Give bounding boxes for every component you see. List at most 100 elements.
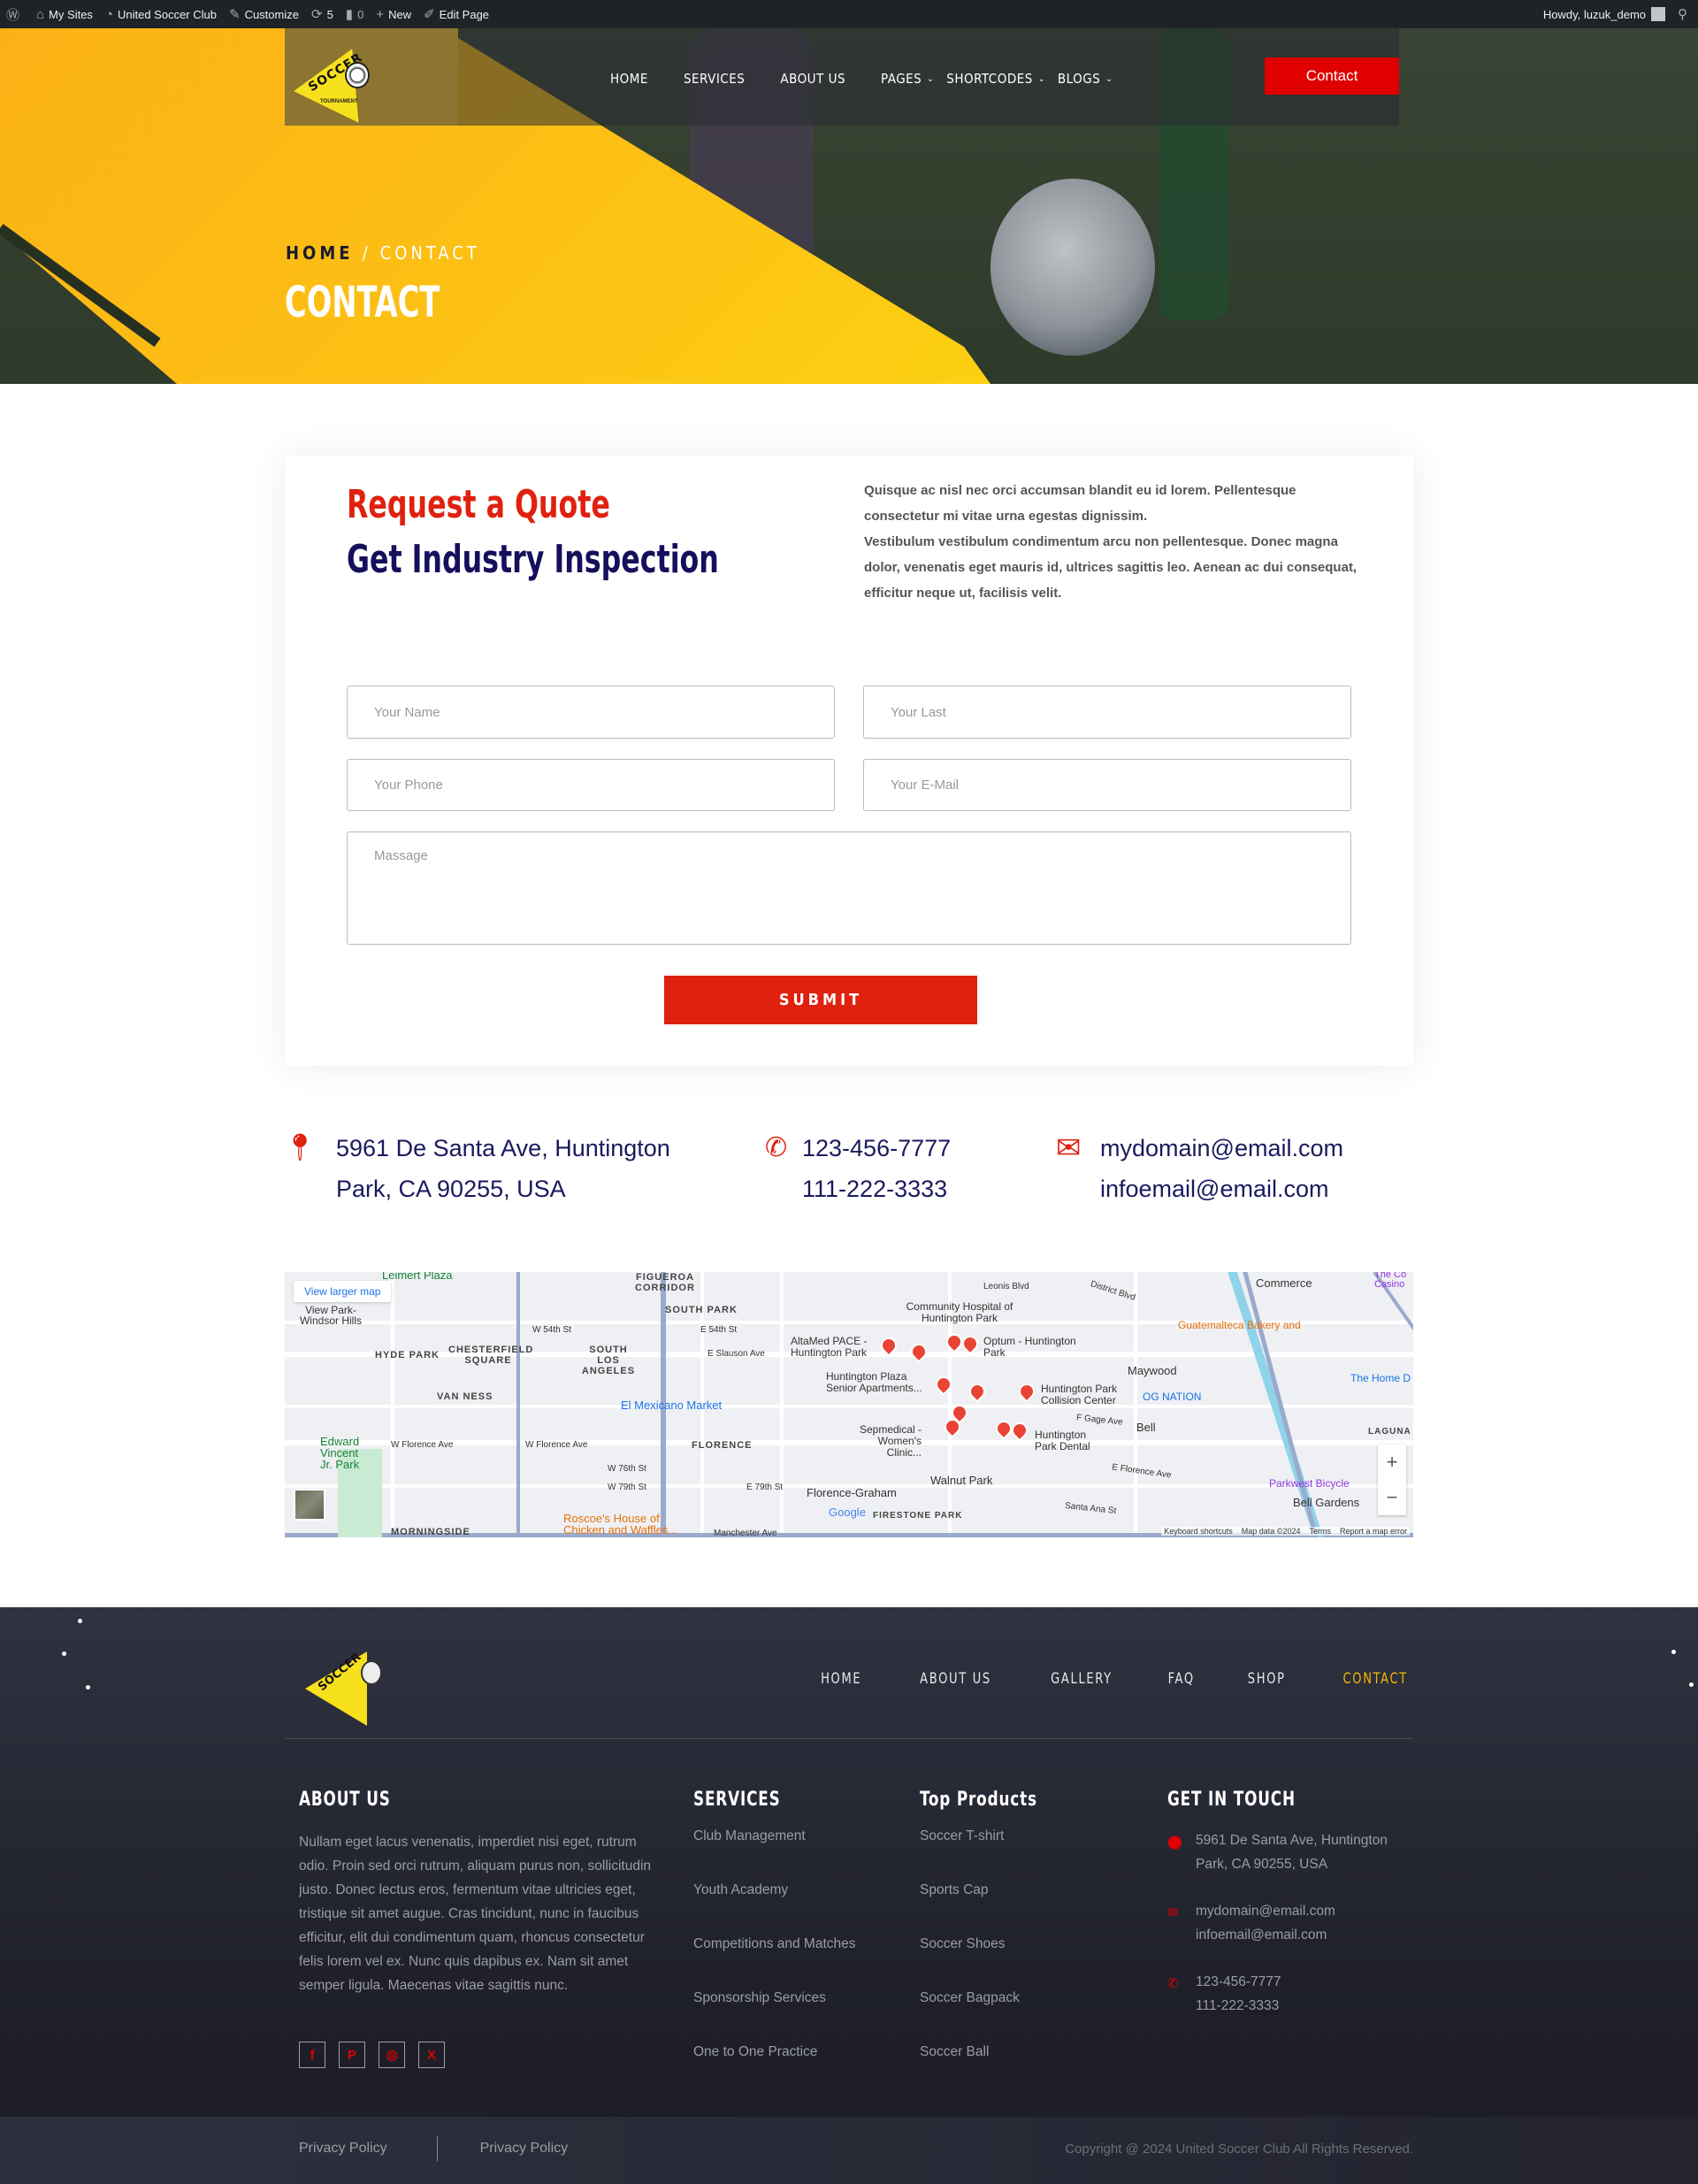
- map-label: Commerce: [1256, 1276, 1312, 1290]
- map-label: District Blvd: [1089, 1279, 1137, 1303]
- nav-item-services[interactable]: SERVICES: [684, 71, 745, 87]
- nav-item-shortcodes[interactable]: SHORTCODES ⌄: [946, 71, 1045, 87]
- map-label: E Slauson Ave: [708, 1349, 765, 1359]
- admin-bar-comments[interactable]: ▮ 0: [340, 0, 371, 28]
- privacy-policy-link-2[interactable]: Privacy Policy: [480, 2141, 569, 2157]
- footer-service-link[interactable]: Youth Academy: [693, 1882, 856, 1936]
- search-icon: ⚲: [1678, 7, 1687, 22]
- map-label: E Florence Ave: [1111, 1462, 1173, 1481]
- breadcrumb-separator: /: [362, 242, 371, 264]
- report-error-link[interactable]: Report a map error: [1340, 1527, 1407, 1536]
- breadcrumb-home[interactable]: HOME: [286, 242, 354, 264]
- footer-nav-home[interactable]: HOME: [822, 1670, 862, 1688]
- zoom-in-button[interactable]: +: [1387, 1451, 1398, 1474]
- footer-address: ⬤ 5961 De Santa Ave, Huntington Park, CA…: [1167, 1828, 1397, 1876]
- map-label: Community Hospital of Huntington Park: [906, 1300, 1013, 1324]
- map-marker[interactable]: [1008, 1419, 1031, 1442]
- footer-nav-contact[interactable]: CONTACT: [1342, 1670, 1407, 1688]
- footer-nav-shop[interactable]: SHOP: [1248, 1670, 1286, 1688]
- admin-bar-new[interactable]: + New: [370, 0, 417, 28]
- map-label: CHESTERFIELD SQUARE: [448, 1345, 534, 1366]
- map-marker[interactable]: [1015, 1380, 1038, 1403]
- comment-icon: ▮: [345, 7, 354, 22]
- facebook-icon[interactable]: f: [299, 2042, 325, 2068]
- view-larger-map-link[interactable]: View larger map: [294, 1281, 392, 1302]
- map-label: Bell Gardens: [1293, 1496, 1360, 1509]
- footer-nav-faq[interactable]: FAQ: [1167, 1670, 1194, 1688]
- admin-bar-updates[interactable]: ⟳ 5: [305, 0, 340, 28]
- map-label[interactable]: Roscoe's House of Chicken and Waffles...: [563, 1513, 696, 1536]
- instagram-icon[interactable]: ◎: [379, 2042, 405, 2068]
- map-label[interactable]: OG NATION: [1143, 1391, 1201, 1403]
- submit-button[interactable]: SUBMIT: [664, 976, 977, 1024]
- footer-nav-gallery[interactable]: GALLERY: [1051, 1670, 1113, 1688]
- chevron-down-icon: ⌄: [927, 73, 935, 84]
- footer-product-link[interactable]: Sports Cap: [920, 1882, 1058, 1936]
- footer-service-link[interactable]: Competitions and Matches: [693, 1936, 856, 1990]
- phone-icon: ✆: [1167, 1976, 1179, 1991]
- quote-description: Quisque ac nisl nec orci accumsan blandi…: [864, 483, 1358, 601]
- header-contact-button[interactable]: Contact: [1265, 57, 1399, 95]
- zoom-out-button[interactable]: −: [1387, 1486, 1398, 1509]
- footer-product-link[interactable]: Soccer Shoes: [920, 1936, 1058, 1990]
- quote-heading: Request a Quote: [347, 482, 610, 527]
- footer-product-link[interactable]: Soccer Ball: [920, 2044, 1058, 2098]
- admin-bar-customize[interactable]: ✎ Customize: [223, 0, 305, 28]
- map-label: Huntington Park Dental: [1035, 1429, 1090, 1452]
- last-name-input[interactable]: Your Last: [863, 686, 1351, 739]
- message-textarea[interactable]: Massage: [347, 831, 1351, 945]
- map-label[interactable]: The Co Casino: [1374, 1272, 1413, 1290]
- footer-service-link[interactable]: Club Management: [693, 1828, 856, 1882]
- map-label[interactable]: The Home D: [1350, 1372, 1411, 1384]
- nav-item-home[interactable]: HOME: [610, 71, 648, 87]
- map-data-text: Map data ©2024: [1241, 1527, 1301, 1536]
- admin-bar-wordpress[interactable]: Ⓦ: [0, 0, 30, 28]
- terms-link[interactable]: Terms: [1309, 1527, 1331, 1536]
- map-label: Walnut Park: [930, 1474, 993, 1487]
- admin-bar-account[interactable]: Howdy, luzuk_demo: [1537, 0, 1671, 28]
- admin-bar-edit-page[interactable]: ✐ Edit Page: [417, 0, 495, 28]
- map-label[interactable]: El Mexicano Market: [621, 1399, 722, 1412]
- footer-service-link[interactable]: Sponsorship Services: [693, 1990, 856, 2044]
- contact-phones: ✆ 123-456-7777 111-222-3333: [765, 1128, 951, 1209]
- footer-services: SERVICES Club Management Youth Academy C…: [693, 1789, 856, 2098]
- map-marker[interactable]: [966, 1380, 989, 1403]
- map-marker[interactable]: [907, 1340, 930, 1363]
- footer-emails: ✉ mydomain@email.com infoemail@email.com: [1167, 1899, 1397, 1947]
- map-label: Florence-Graham: [807, 1486, 897, 1499]
- admin-bar-my-sites[interactable]: ⌂ My Sites: [30, 0, 99, 28]
- hero-soccer-ball: [990, 179, 1155, 356]
- breadcrumb-current: CONTACT: [379, 242, 480, 264]
- pinterest-icon[interactable]: P: [339, 2042, 365, 2068]
- x-twitter-icon[interactable]: X: [418, 2042, 445, 2068]
- footer-product-link[interactable]: Soccer Bagpack: [920, 1990, 1058, 2044]
- map-pin-icon: 📍︎: [283, 1133, 317, 1162]
- footer-service-link[interactable]: One to One Practice: [693, 2044, 856, 2098]
- admin-bar-search[interactable]: ⚲: [1671, 0, 1698, 28]
- nav-item-blogs[interactable]: BLOGS ⌄: [1058, 71, 1113, 87]
- map-road: [780, 1272, 784, 1537]
- phone-input[interactable]: Your Phone: [347, 759, 835, 811]
- footer-about-text: Nullam eget lacus venenatis, imperdiet n…: [299, 1835, 652, 1993]
- map-label[interactable]: Guatemalteca Bakery and: [1178, 1319, 1301, 1331]
- map-label: FIRESTONE PARK: [873, 1511, 963, 1521]
- envelope-icon: ✉: [1167, 1905, 1179, 1920]
- footer: SOCCER HOME ABOUT US GALLERY FAQ SHOP CO…: [0, 1607, 1698, 2184]
- footer-nav-about-us[interactable]: ABOUT US: [920, 1670, 991, 1688]
- map-label: W 79th St: [608, 1483, 646, 1492]
- google-map[interactable]: View larger map Leimert Plaza View Park-…: [285, 1272, 1413, 1537]
- email-input[interactable]: Your E-Mail: [863, 759, 1351, 811]
- privacy-policy-link[interactable]: Privacy Policy: [299, 2141, 387, 2157]
- satellite-toggle[interactable]: [294, 1489, 325, 1521]
- admin-bar-site-name[interactable]: ◔ United Soccer Club: [99, 0, 223, 28]
- map-label[interactable]: Parkwest Bicycle: [1269, 1477, 1350, 1490]
- plus-icon: +: [376, 6, 385, 22]
- footer-product-link[interactable]: Soccer T-shirt: [920, 1828, 1058, 1882]
- nav-item-about-us[interactable]: ABOUT US: [780, 71, 845, 87]
- footer-about: ABOUT US Nullam eget lacus venenatis, im…: [299, 1789, 653, 2068]
- nav-item-pages[interactable]: PAGES ⌄: [881, 71, 934, 87]
- map-label: MORNINGSIDE: [391, 1527, 470, 1537]
- first-name-input[interactable]: Your Name: [347, 686, 835, 739]
- footer-products-title: Top Products: [920, 1789, 1037, 1811]
- keyboard-shortcuts-link[interactable]: Keyboard shortcuts: [1164, 1527, 1233, 1536]
